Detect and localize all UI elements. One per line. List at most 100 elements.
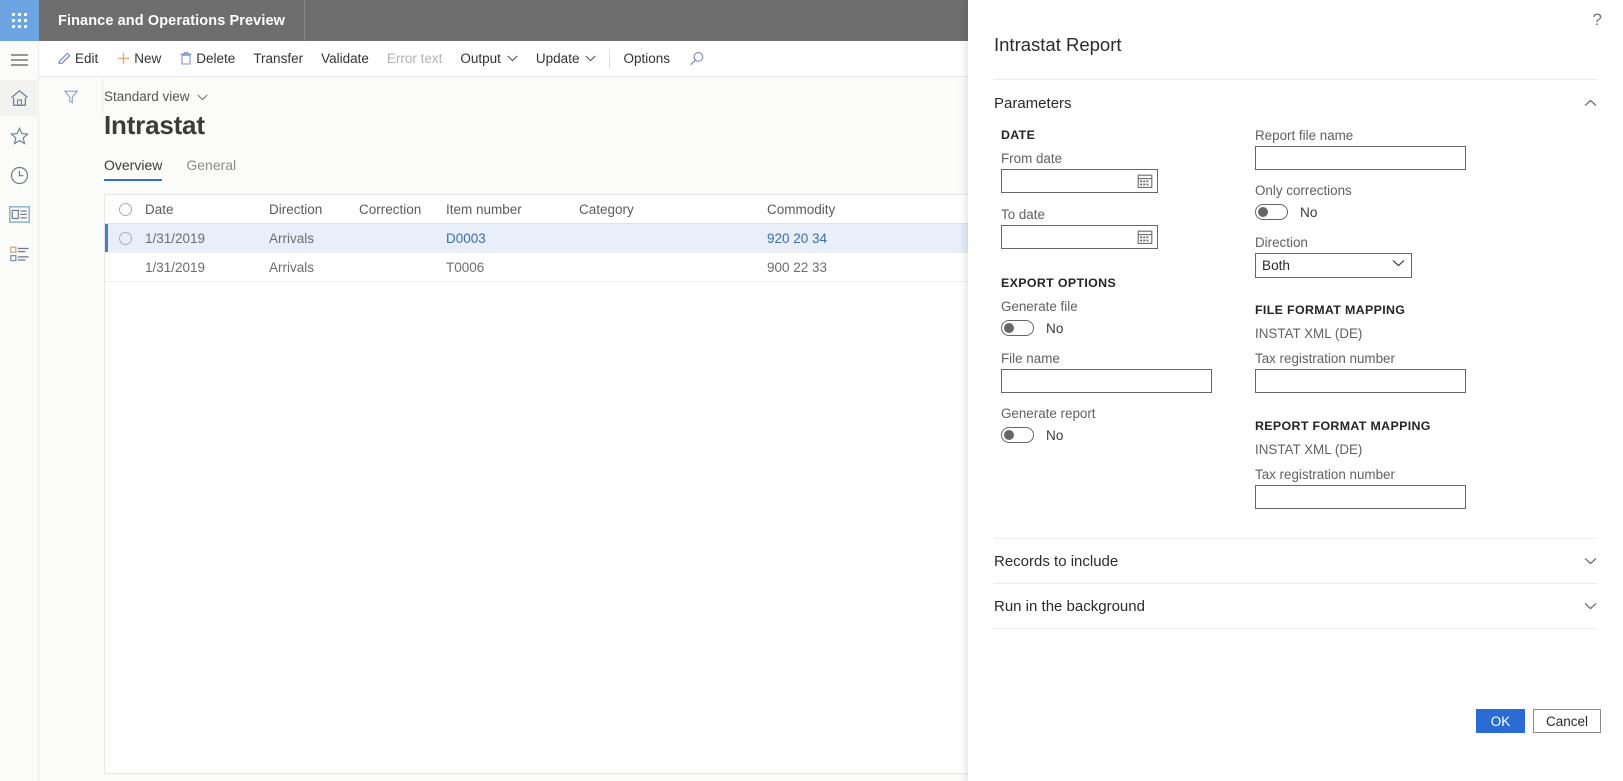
toggle-state-label: No <box>1046 320 1064 336</box>
field-only-corrections: Only corrections No <box>1255 183 1485 223</box>
home-icon <box>11 89 28 106</box>
report-format-tax-registration-input[interactable] <box>1255 485 1466 509</box>
command-label: Update <box>535 51 580 66</box>
parameters-left-column: DATE From date To date EXPORT OPTIONS Ge… <box>1001 128 1231 446</box>
table-row[interactable]: 1/31/2019 Arrivals D0003 920 20 34 <box>105 224 968 253</box>
cell-date: 1/31/2019 <box>145 259 206 275</box>
to-date-input[interactable] <box>1001 225 1158 249</box>
options-button[interactable]: Options <box>614 41 679 77</box>
top-navigation-bar: Finance and Operations Preview <box>0 0 968 41</box>
field-label: Report file name <box>1255 128 1354 143</box>
parameters-right-column: Report file name Only corrections No Dir… <box>1255 128 1485 509</box>
sidebar-item-workspaces[interactable] <box>0 196 39 232</box>
toggle-switch-icon[interactable] <box>1001 427 1034 443</box>
validate-button[interactable]: Validate <box>312 41 378 77</box>
ok-button[interactable]: OK <box>1475 709 1525 733</box>
hamburger-menu-icon <box>11 54 28 66</box>
calendar-icon[interactable] <box>1137 229 1153 250</box>
filter-pane-button[interactable] <box>39 77 103 117</box>
delete-button[interactable]: Delete <box>170 41 244 77</box>
cell-commodity[interactable]: 920 20 34 <box>767 231 907 246</box>
field-to-date: To date <box>1001 207 1231 249</box>
section-header-run-in-the-background[interactable]: Run in the background <box>994 584 1597 628</box>
sidebar-item-favorites[interactable] <box>0 118 39 154</box>
calendar-icon[interactable] <box>1137 173 1153 194</box>
tab-general[interactable]: General <box>186 157 236 181</box>
command-label: New <box>134 51 162 66</box>
plus-icon <box>116 51 131 66</box>
column-header-category[interactable]: Category <box>579 202 767 217</box>
hamburger-menu-icon[interactable] <box>0 42 39 78</box>
section-header-records-to-include[interactable]: Records to include <box>994 539 1597 583</box>
help-question-icon[interactable]: ? <box>1589 7 1606 32</box>
generate-file-toggle[interactable]: No <box>1001 317 1231 339</box>
update-menu-button[interactable]: Update <box>527 41 606 77</box>
app-launcher-icon[interactable] <box>0 0 39 41</box>
toggle-switch-icon[interactable] <box>1255 204 1288 220</box>
column-header-item-number[interactable]: Item number <box>446 202 579 217</box>
field-generate-file: Generate file No <box>1001 299 1231 339</box>
error-text-button: Error text <box>378 41 452 77</box>
cancel-button[interactable]: Cancel <box>1532 709 1601 733</box>
field-label: To date <box>1001 207 1045 222</box>
filter-funnel-icon <box>63 90 78 104</box>
only-corrections-toggle[interactable]: No <box>1255 201 1485 223</box>
edit-button[interactable]: Edit <box>48 41 107 77</box>
field-file-name: File name <box>1001 351 1231 393</box>
cell-item-number[interactable]: T0006 <box>446 260 579 275</box>
from-date-input[interactable] <box>1001 169 1158 193</box>
left-navigation-rail <box>0 41 39 781</box>
section-label: Records to include <box>994 552 1119 570</box>
section-divider <box>994 628 1597 629</box>
section-header-parameters[interactable]: Parameters <box>994 81 1597 125</box>
transfer-button[interactable]: Transfer <box>244 41 312 77</box>
page-title: Intrastat <box>104 110 205 140</box>
view-selector[interactable]: Standard view <box>104 89 208 104</box>
chevron-down-icon <box>585 55 597 62</box>
report-file-name-input[interactable] <box>1255 146 1466 170</box>
field-report-format-tax-registration: Tax registration number <box>1255 467 1485 509</box>
page-content: Standard view Intrastat Overview General… <box>39 77 968 781</box>
sidebar-item-modules[interactable] <box>0 237 39 273</box>
intrastat-grid: Date Direction Correction Item number Ca… <box>104 194 968 774</box>
column-header-date[interactable]: Date <box>145 202 269 217</box>
toggle-switch-icon[interactable] <box>1001 320 1034 336</box>
sidebar-item-recent[interactable] <box>0 157 39 193</box>
column-header-direction[interactable]: Direction <box>269 202 359 217</box>
file-format-tax-registration-input[interactable] <box>1255 369 1466 393</box>
field-label: Only corrections <box>1255 183 1352 198</box>
select-all-radio[interactable] <box>105 202 145 216</box>
cell-item-number[interactable]: D0003 <box>446 231 579 246</box>
cell-commodity[interactable]: 900 22 33 <box>767 260 907 275</box>
field-direction: Direction Both <box>1255 235 1485 278</box>
row-select-radio[interactable] <box>105 231 145 245</box>
dialog-title: Intrastat Report <box>994 34 1122 55</box>
sidebar-item-home[interactable] <box>0 80 39 116</box>
finance-operations-app: Finance and Operations Preview Edit New … <box>0 0 968 781</box>
table-row[interactable]: 1/31/2019 Arrivals T0006 900 22 33 <box>105 253 968 282</box>
chevron-down-icon <box>507 55 518 62</box>
field-label: Tax registration number <box>1255 467 1395 482</box>
search-button[interactable] <box>679 41 718 77</box>
tab-overview[interactable]: Overview <box>104 157 163 181</box>
trash-icon <box>179 51 193 66</box>
output-menu-button[interactable]: Output <box>451 41 527 77</box>
column-header-commodity[interactable]: Commodity <box>767 202 907 217</box>
column-header-correction[interactable]: Correction <box>359 202 446 217</box>
direction-selected-value: Both <box>1262 258 1290 273</box>
tab-label: General <box>186 157 237 173</box>
grid-header-row: Date Direction Correction Item number Ca… <box>105 195 968 224</box>
field-file-format-tax-registration: Tax registration number <box>1255 351 1485 393</box>
command-label: Validate <box>321 51 369 66</box>
generate-report-toggle[interactable]: No <box>1001 424 1231 446</box>
new-button[interactable]: New <box>107 41 170 77</box>
group-title-export-options: EXPORT OPTIONS <box>1001 276 1117 290</box>
field-label: File name <box>1001 351 1060 366</box>
field-label: From date <box>1001 151 1063 166</box>
application-window: Finance and Operations Preview Edit New … <box>0 0 1623 781</box>
group-title-date: DATE <box>1001 128 1036 142</box>
chevron-down-icon <box>1584 557 1597 565</box>
file-name-input[interactable] <box>1001 369 1212 393</box>
toggle-state-label: No <box>1300 204 1318 220</box>
direction-select[interactable]: Both <box>1255 253 1412 278</box>
